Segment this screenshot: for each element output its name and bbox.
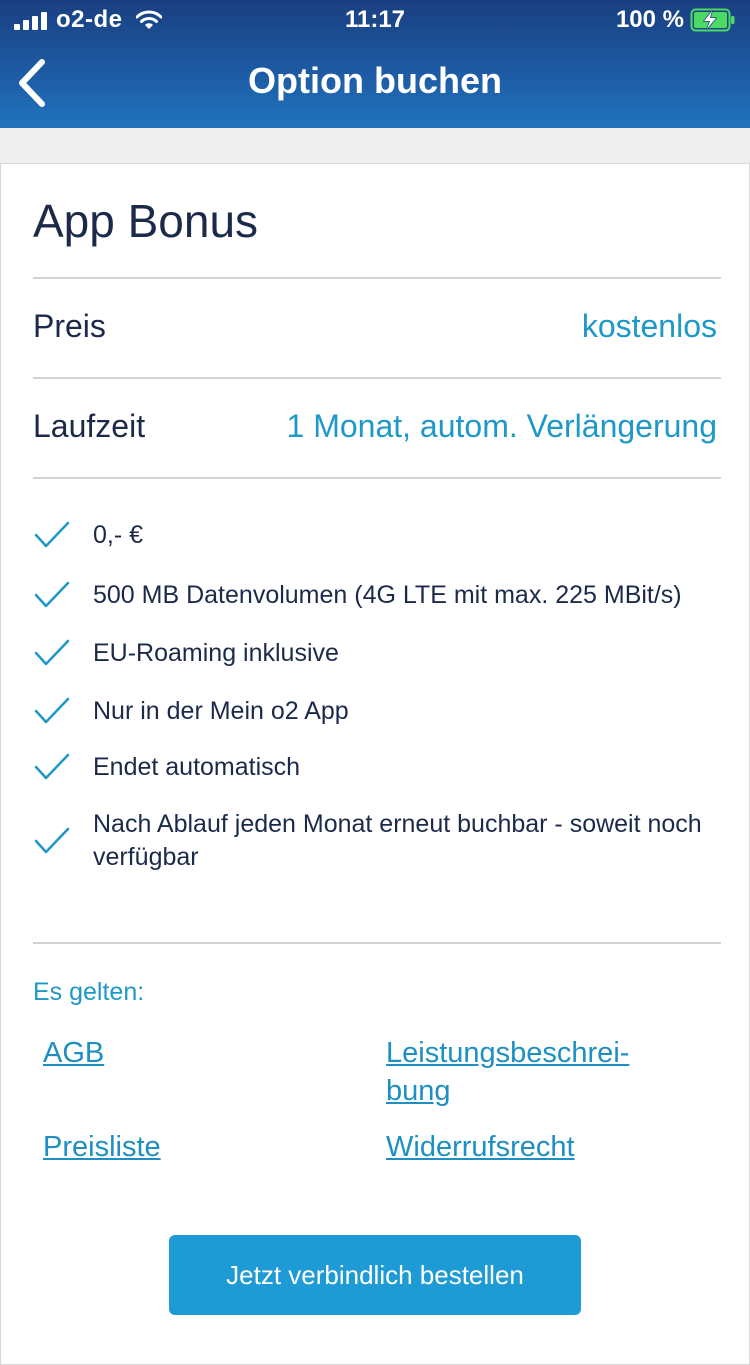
agb-link[interactable]: AGB: [43, 1034, 104, 1072]
checkmark-icon: [34, 753, 70, 780]
feature-item: 0,- €: [33, 516, 723, 554]
battery-charging-icon: [690, 8, 735, 32]
feature-text: Nach Ablauf jeden Monat erneut buchbar -…: [93, 810, 702, 871]
feature-item: Nur in der Mein o2 App: [33, 692, 723, 730]
checkmark-icon: [34, 697, 70, 724]
feature-text: EU-Roaming inklusive: [93, 638, 339, 667]
term-value: 1 Monat, autom. Verlängerung: [286, 408, 718, 444]
feature-item: Endet automatisch: [33, 748, 723, 786]
checkmark-icon: [34, 639, 70, 666]
divider: [33, 942, 721, 944]
status-bar: o2-de 11:17 100 %: [0, 0, 750, 42]
option-card: App Bonus Preis kostenlos Laufzeit 1 Mon…: [0, 163, 750, 1365]
feature-text: 0,- €: [93, 520, 144, 549]
term-label: Laufzeit: [33, 408, 146, 444]
preisliste-link[interactable]: Preisliste: [43, 1128, 161, 1166]
widerrufsrecht-link[interactable]: Widerrufsrecht: [386, 1128, 575, 1166]
page-title: Option buchen: [248, 60, 502, 101]
price-value: kostenlos: [581, 308, 717, 344]
feature-item: EU-Roaming inklusive: [33, 634, 723, 672]
terms-heading: Es gelten:: [33, 978, 145, 1006]
feature-text: 500 MB Datenvolumen (4G LTE mit max. 225…: [93, 580, 682, 609]
checkmark-icon: [34, 827, 70, 854]
checkmark-icon: [34, 581, 70, 608]
feature-item: 500 MB Datenvolumen (4G LTE mit max. 225…: [33, 576, 723, 614]
feature-item: Nach Ablauf jeden Monat erneut buchbar -…: [33, 808, 723, 874]
product-name: App Bonus: [33, 195, 259, 247]
feature-text: Endet automatisch: [93, 752, 301, 781]
checkmark-icon: [34, 521, 70, 548]
divider: [33, 477, 721, 479]
divider: [33, 277, 721, 279]
app-header: o2-de 11:17 100 % Option buchen: [0, 0, 750, 128]
order-button[interactable]: Jetzt verbindlich bestellen: [169, 1235, 581, 1315]
price-label: Preis: [33, 308, 106, 344]
divider: [33, 377, 721, 379]
leistungsbeschreibung-link[interactable]: Leistungsbeschrei-bung: [386, 1034, 686, 1110]
feature-list: 0,- € 500 MB Datenvolumen (4G LTE mit ma…: [33, 504, 723, 874]
battery-percent: 100 %: [615, 6, 684, 33]
feature-text: Nur in der Mein o2 App: [93, 696, 349, 725]
